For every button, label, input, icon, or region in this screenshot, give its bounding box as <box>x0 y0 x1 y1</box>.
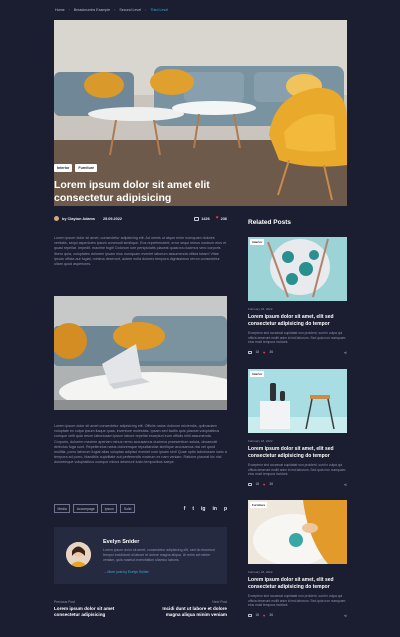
breadcrumb-home[interactable]: Home <box>55 8 65 12</box>
keyword-tag[interactable]: Solid <box>120 504 135 513</box>
related-post-footer: 18 ♥ 36 ⋖ <box>248 350 347 355</box>
post-meta: by Clayton Adams 25.09.2022 1426 ♥ 236 <box>54 216 227 221</box>
related-post-excerpt: Excepteur sint occaecat cupidatat non pr… <box>248 463 346 477</box>
related-post-comments: 18 <box>255 613 260 618</box>
next-post-title: Incidi dunt ut labore et dolore magna al… <box>162 606 227 617</box>
related-post-card[interactable]: Furniture February 18, 2022 Lorem ipsum … <box>248 500 347 618</box>
like-count[interactable]: ♥ 236 <box>216 216 227 221</box>
post-date: 25.09.2022 <box>102 216 122 221</box>
related-posts-heading: Related Posts <box>248 219 291 226</box>
share-icon[interactable]: ⋖ <box>344 613 347 618</box>
breadcrumb-separator: › <box>68 8 70 12</box>
related-post-likes: 36 <box>269 350 273 355</box>
breadcrumb-separator: › <box>145 8 147 12</box>
comment-icon <box>248 350 252 354</box>
share-icon[interactable]: ⋖ <box>344 350 347 355</box>
breadcrumb-level-2[interactable]: Second Level <box>119 8 141 12</box>
previous-post-title: Lorem ipsum dolor sit amet consectetur a… <box>54 606 115 617</box>
related-post-comments: 18 <box>255 482 260 487</box>
heart-icon: ♥ <box>215 215 219 221</box>
post-tags: Interior Furniture <box>54 164 98 172</box>
related-post-badge: Interior <box>250 239 265 245</box>
post-paragraph-1: Lorem ipsum dolor sit amet, consectetur … <box>54 236 227 267</box>
comment-icon <box>194 216 200 221</box>
pinterest-icon[interactable]: p <box>224 506 227 512</box>
next-post-label: Next Post <box>212 600 227 604</box>
twitter-icon[interactable]: t <box>192 506 194 512</box>
breadcrumb: Home › Breadcrumbs Example › Second Leve… <box>55 8 168 12</box>
keyword-tag[interactable]: Media <box>54 504 71 513</box>
comment-count-value: 1426 <box>201 216 210 221</box>
related-post-title[interactable]: Lorem ipsum dolor sit amet, elit sed con… <box>248 577 347 591</box>
keyword-tag[interactable]: Accompage <box>73 504 99 513</box>
linkedin-icon[interactable]: in <box>212 506 216 512</box>
author-bio: Lorem ipsum dolor sit amet, consectetur … <box>103 548 215 562</box>
author-photo <box>66 542 91 567</box>
related-post-comments: 18 <box>255 350 260 355</box>
related-post-title[interactable]: Lorem ipsum dolor sit amet, elit sed con… <box>248 314 347 328</box>
keyword-row: Media Accompage Ipsum Solid f t ig in p <box>54 504 227 513</box>
related-post-date: February 18, 2022 <box>248 570 273 574</box>
breadcrumb-level-1[interactable]: Breadcrumbs Example <box>74 8 110 12</box>
related-post-likes: 36 <box>269 613 273 618</box>
related-post-card[interactable]: Interior February 18, 2022 Lorem ipsum d… <box>248 237 347 355</box>
author-name: Evelyn Snider <box>103 539 140 545</box>
comment-icon <box>248 613 252 617</box>
tag-interior[interactable]: Interior <box>54 164 73 172</box>
breadcrumb-separator: › <box>114 8 116 12</box>
keyword-tag[interactable]: Ipsum <box>101 504 118 513</box>
related-post-likes: 36 <box>269 482 273 487</box>
related-post-card[interactable]: Interior February 18, 2022 Lorem ipsum d… <box>248 369 347 487</box>
heart-icon: ♥ <box>263 349 266 355</box>
related-post-date: February 18, 2022 <box>248 439 273 443</box>
breadcrumb-current: Third Level <box>150 8 169 12</box>
inline-image <box>54 296 227 410</box>
related-post-badge: Interior <box>250 371 265 377</box>
post-navigation: Previous Post Lorem ipsum dolor sit amet… <box>54 600 227 618</box>
next-post[interactable]: Next Post Incidi dunt ut labore et dolor… <box>147 600 227 618</box>
related-post-excerpt: Excepteur sint occaecat cupidatat non pr… <box>248 594 346 608</box>
instagram-icon[interactable]: ig <box>201 506 205 512</box>
related-post-image: Interior <box>248 369 347 433</box>
author-box: Evelyn Snider Lorem ipsum dolor sit amet… <box>54 527 227 584</box>
comment-count[interactable]: 1426 <box>194 216 210 221</box>
share-icon[interactable]: ⋖ <box>344 482 347 487</box>
related-post-image: Interior <box>248 237 347 301</box>
facebook-icon[interactable]: f <box>184 506 186 512</box>
post-author[interactable]: by Clayton Adams <box>62 217 95 221</box>
tag-furniture[interactable]: Furniture <box>75 164 98 172</box>
comment-icon <box>248 482 252 486</box>
related-post-footer: 18 ♥ 36 ⋖ <box>248 482 347 487</box>
related-post-footer: 18 ♥ 36 ⋖ <box>248 613 347 618</box>
related-post-title[interactable]: Lorem ipsum dolor sit amet, elit sed con… <box>248 446 347 460</box>
social-share: f t ig in p <box>184 506 227 512</box>
heart-icon: ♥ <box>263 481 266 487</box>
previous-post[interactable]: Previous Post Lorem ipsum dolor sit amet… <box>54 600 134 618</box>
previous-post-label: Previous Post <box>54 600 75 604</box>
related-post-image: Furniture <box>248 500 347 564</box>
author-posts-link[interactable]: → More post by Evelyn Snider <box>103 570 149 574</box>
post-title: Lorem ipsum dolor sit amet elit consecte… <box>54 179 210 204</box>
like-count-value: 236 <box>220 216 227 221</box>
author-avatar <box>54 216 59 221</box>
related-post-excerpt: Excepteur sint occaecat cupidatat non pr… <box>248 331 346 345</box>
heart-icon: ♥ <box>263 612 266 618</box>
post-paragraph-2: Lorem ipsum dolor sit amet consectetur a… <box>54 424 227 465</box>
related-post-badge: Furniture <box>250 502 268 508</box>
related-post-date: February 18, 2022 <box>248 307 273 311</box>
